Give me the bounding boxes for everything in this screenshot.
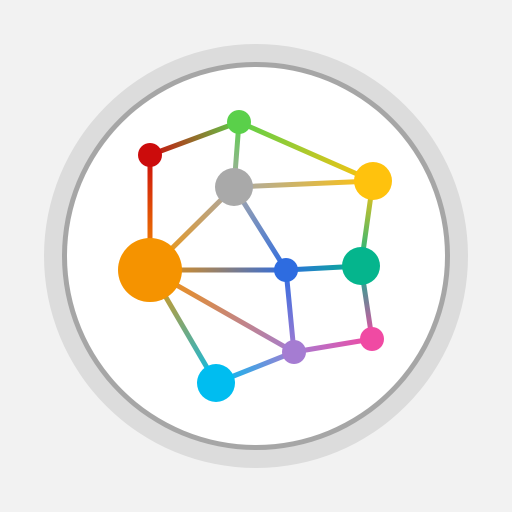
network-graph-app-icon bbox=[0, 0, 512, 512]
node-blue bbox=[274, 258, 298, 282]
node-green bbox=[227, 110, 251, 134]
node-yellow bbox=[354, 162, 392, 200]
node-orange bbox=[118, 238, 182, 302]
node-cyan bbox=[197, 364, 235, 402]
node-purple bbox=[282, 340, 306, 364]
node-gray bbox=[215, 168, 253, 206]
node-red bbox=[138, 143, 162, 167]
icon-canvas bbox=[44, 44, 468, 468]
node-teal bbox=[342, 247, 380, 285]
node-pink bbox=[360, 327, 384, 351]
